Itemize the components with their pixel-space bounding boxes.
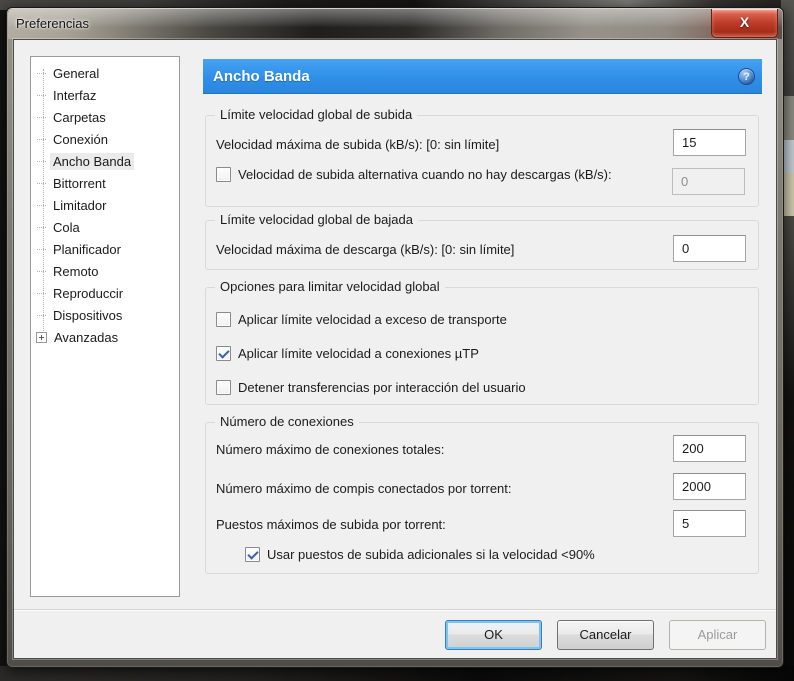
limit-utp-row: Aplicar límite velocidad a conexiones µT…: [216, 346, 479, 361]
dialog-client-area: General Interfaz Carpetas Conexión Ancho…: [13, 39, 777, 659]
limit-transport-overhead-checkbox[interactable]: [216, 312, 231, 327]
extra-slots-label: Usar puestos de subida adicionales si la…: [267, 547, 595, 562]
preferences-tree: General Interfaz Carpetas Conexión Ancho…: [30, 56, 180, 597]
close-button[interactable]: X: [711, 9, 778, 38]
stop-transfers-label: Detener transferencias por interacción d…: [238, 380, 526, 395]
sidebar-item-dispositivos[interactable]: Dispositivos: [31, 304, 179, 326]
max-connections-input[interactable]: [673, 435, 746, 462]
sidebar-item-conexion[interactable]: Conexión: [31, 128, 179, 150]
upload-slots-label: Puestos máximos de subida por torrent:: [216, 517, 446, 532]
sidebar-item-planificador[interactable]: Planificador: [31, 238, 179, 260]
screen: Preferencias X General Interfaz Carpetas…: [0, 0, 794, 681]
alt-upload-label: Velocidad de subida alternativa cuando n…: [238, 167, 612, 182]
group-title: Límite velocidad global de subida: [215, 107, 417, 122]
group-upload-limit: Límite velocidad global de subida Veloci…: [205, 115, 759, 207]
sidebar-item-general[interactable]: General: [31, 62, 179, 84]
sidebar-item-carpetas[interactable]: Carpetas: [31, 106, 179, 128]
expand-plus-icon[interactable]: [36, 332, 47, 343]
cancel-button[interactable]: Cancelar: [557, 620, 654, 650]
group-title: Límite velocidad global de bajada: [215, 212, 418, 227]
sidebar-item-limitador[interactable]: Limitador: [31, 194, 179, 216]
close-icon: X: [740, 14, 749, 30]
max-peers-label: Número máximo de compis conectados por t…: [216, 481, 512, 496]
limit-transport-overhead-row: Aplicar límite velocidad a exceso de tra…: [216, 312, 507, 327]
window-title: Preferencias: [16, 16, 89, 31]
extra-slots-checkbox[interactable]: [245, 547, 260, 562]
limit-transport-overhead-label: Aplicar límite velocidad a exceso de tra…: [238, 312, 507, 327]
page-title: Ancho Banda: [213, 68, 310, 85]
max-download-input[interactable]: [673, 235, 746, 262]
alt-upload-checkbox[interactable]: [216, 167, 231, 182]
alt-upload-input[interactable]: [672, 168, 745, 195]
sidebar-item-bittorrent[interactable]: Bittorrent: [31, 172, 179, 194]
max-upload-input[interactable]: [673, 129, 746, 156]
max-upload-label: Velocidad máxima de subida (kB/s): [0: s…: [216, 137, 499, 152]
sidebar-item-interfaz[interactable]: Interfaz: [31, 84, 179, 106]
sidebar-item-cola[interactable]: Cola: [31, 216, 179, 238]
title-bar[interactable]: Preferencias: [8, 9, 782, 39]
alt-upload-row: Velocidad de subida alternativa cuando n…: [216, 167, 612, 182]
apply-button[interactable]: Aplicar: [669, 620, 766, 650]
max-connections-label: Número máximo de conexiones totales:: [216, 442, 444, 457]
upload-slots-input[interactable]: [673, 510, 746, 537]
preferences-dialog: Preferencias X General Interfaz Carpetas…: [6, 7, 784, 668]
stop-transfers-checkbox[interactable]: [216, 380, 231, 395]
group-limit-options: Opciones para limitar velocidad global A…: [205, 287, 759, 405]
sidebar-item-avanzadas[interactable]: Avanzadas: [31, 326, 179, 348]
group-title: Número de conexiones: [215, 414, 359, 429]
help-icon[interactable]: ?: [738, 68, 755, 85]
page-header: Ancho Banda ?: [203, 59, 762, 94]
sidebar-item-ancho-banda[interactable]: Ancho Banda: [31, 150, 179, 172]
sidebar-item-reproduccir[interactable]: Reproduccir: [31, 282, 179, 304]
ok-button[interactable]: OK: [445, 620, 542, 650]
desktop-background-bottom: [0, 666, 794, 681]
extra-slots-row: Usar puestos de subida adicionales si la…: [245, 547, 595, 562]
button-separator: [14, 609, 776, 611]
stop-transfers-row: Detener transferencias por interacción d…: [216, 380, 526, 395]
limit-utp-checkbox[interactable]: [216, 346, 231, 361]
max-peers-input[interactable]: [673, 473, 746, 500]
limit-utp-label: Aplicar límite velocidad a conexiones µT…: [238, 346, 479, 361]
group-connections: Número de conexiones Número máximo de co…: [205, 422, 759, 574]
max-download-label: Velocidad máxima de descarga (kB/s): [0:…: [216, 242, 514, 257]
group-title: Opciones para limitar velocidad global: [215, 279, 445, 294]
sidebar-item-remoto[interactable]: Remoto: [31, 260, 179, 282]
group-download-limit: Límite velocidad global de bajada Veloci…: [205, 220, 759, 270]
